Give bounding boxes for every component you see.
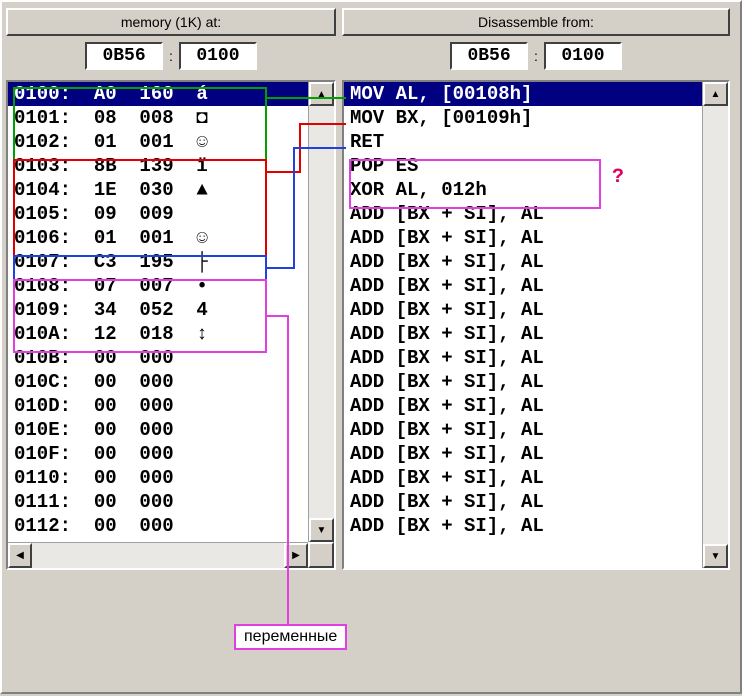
memory-row[interactable]: 0100: A0 160 á bbox=[8, 82, 308, 106]
disasm-row[interactable]: ADD [BX + SI], AL bbox=[344, 466, 702, 490]
disassembly-panel: Disassemble from: : MOV AL, [00108h]MOV … bbox=[342, 8, 730, 686]
memory-row[interactable]: 0109: 34 052 4 bbox=[8, 298, 308, 322]
scroll-down-icon[interactable]: ▼ bbox=[309, 518, 334, 542]
disasm-row[interactable]: ADD [BX + SI], AL bbox=[344, 490, 702, 514]
memory-row[interactable]: 010D: 00 000 bbox=[8, 394, 308, 418]
disasm-offset-input[interactable] bbox=[544, 42, 622, 70]
disasm-row[interactable]: ADD [BX + SI], AL bbox=[344, 250, 702, 274]
disasm-list: MOV AL, [00108h]MOV BX, [00109h]RETPOP E… bbox=[342, 80, 730, 570]
colon-label: : bbox=[169, 48, 173, 64]
disasm-row[interactable]: MOV BX, [00109h] bbox=[344, 106, 702, 130]
disasm-row[interactable]: ADD [BX + SI], AL bbox=[344, 226, 702, 250]
disassemble-button[interactable]: Disassemble from: bbox=[342, 8, 730, 36]
memory-address-row: : bbox=[6, 40, 336, 76]
memory-row[interactable]: 010B: 00 000 bbox=[8, 346, 308, 370]
memory-row[interactable]: 0106: 01 001 ☺ bbox=[8, 226, 308, 250]
memory-row[interactable]: 010E: 00 000 bbox=[8, 418, 308, 442]
disasm-row[interactable]: ADD [BX + SI], AL bbox=[344, 514, 702, 538]
disasm-row[interactable]: ADD [BX + SI], AL bbox=[344, 394, 702, 418]
memory-row[interactable]: 0103: 8B 139 ï bbox=[8, 154, 308, 178]
memory-row[interactable]: 0108: 07 007 • bbox=[8, 274, 308, 298]
memory-row[interactable]: 010A: 12 018 ↕ bbox=[8, 322, 308, 346]
disasm-row[interactable]: ADD [BX + SI], AL bbox=[344, 322, 702, 346]
memory-row[interactable]: 0112: 00 000 bbox=[8, 514, 308, 538]
disasm-vscrollbar[interactable]: ▲ ▼ bbox=[702, 82, 728, 568]
disasm-row[interactable]: ADD [BX + SI], AL bbox=[344, 274, 702, 298]
disasm-row[interactable]: MOV AL, [00108h] bbox=[344, 82, 702, 106]
scroll-track[interactable] bbox=[32, 543, 284, 568]
scroll-track[interactable] bbox=[703, 106, 728, 544]
memory-vscrollbar[interactable]: ▲ ▼ bbox=[308, 82, 334, 542]
disasm-row[interactable]: ADD [BX + SI], AL bbox=[344, 370, 702, 394]
memory-row[interactable]: 0110: 00 000 bbox=[8, 466, 308, 490]
memory-panel: memory (1K) at: : 0100: A0 160 á0101: 08… bbox=[6, 8, 336, 686]
debugger-window: memory (1K) at: : 0100: A0 160 á0101: 08… bbox=[0, 0, 742, 694]
disasm-row[interactable]: ADD [BX + SI], AL bbox=[344, 442, 702, 466]
memory-button[interactable]: memory (1K) at: bbox=[6, 8, 336, 36]
scroll-left-icon[interactable]: ◀ bbox=[8, 543, 32, 568]
memory-list: 0100: A0 160 á0101: 08 008 ◘0102: 01 001… bbox=[6, 80, 336, 570]
memory-row[interactable]: 0101: 08 008 ◘ bbox=[8, 106, 308, 130]
disasm-row[interactable]: ADD [BX + SI], AL bbox=[344, 418, 702, 442]
disasm-list-body[interactable]: MOV AL, [00108h]MOV BX, [00109h]RETPOP E… bbox=[344, 82, 702, 568]
disasm-segment-input[interactable] bbox=[450, 42, 528, 70]
scroll-right-icon[interactable]: ▶ bbox=[284, 543, 308, 568]
disasm-row[interactable]: ADD [BX + SI], AL bbox=[344, 346, 702, 370]
scroll-down-icon[interactable]: ▼ bbox=[703, 544, 728, 568]
memory-segment-input[interactable] bbox=[85, 42, 163, 70]
disasm-row[interactable]: RET bbox=[344, 130, 702, 154]
memory-row[interactable]: 0111: 00 000 bbox=[8, 490, 308, 514]
memory-row[interactable]: 0104: 1E 030 ▲ bbox=[8, 178, 308, 202]
memory-row[interactable]: 0105: 09 009 bbox=[8, 202, 308, 226]
disasm-row[interactable]: XOR AL, 012h bbox=[344, 178, 702, 202]
scroll-track[interactable] bbox=[309, 106, 334, 518]
memory-row[interactable]: 010C: 00 000 bbox=[8, 370, 308, 394]
disasm-row[interactable]: ADD [BX + SI], AL bbox=[344, 298, 702, 322]
disasm-row[interactable]: ADD [BX + SI], AL bbox=[344, 202, 702, 226]
memory-hscrollbar[interactable]: ◀ ▶ bbox=[8, 542, 308, 568]
memory-row[interactable]: 0107: C3 195 ├ bbox=[8, 250, 308, 274]
memory-offset-input[interactable] bbox=[179, 42, 257, 70]
disasm-address-row: : bbox=[342, 40, 730, 76]
memory-list-body[interactable]: 0100: A0 160 á0101: 08 008 ◘0102: 01 001… bbox=[8, 82, 308, 542]
memory-row[interactable]: 010F: 00 000 bbox=[8, 442, 308, 466]
variables-callout: переменные bbox=[234, 624, 347, 650]
scroll-up-icon[interactable]: ▲ bbox=[703, 82, 728, 106]
question-mark-annotation: ? bbox=[612, 166, 624, 189]
scroll-corner bbox=[308, 542, 334, 568]
memory-row[interactable]: 0102: 01 001 ☺ bbox=[8, 130, 308, 154]
colon-label: : bbox=[534, 48, 538, 64]
disasm-row[interactable]: POP ES bbox=[344, 154, 702, 178]
scroll-up-icon[interactable]: ▲ bbox=[309, 82, 334, 106]
